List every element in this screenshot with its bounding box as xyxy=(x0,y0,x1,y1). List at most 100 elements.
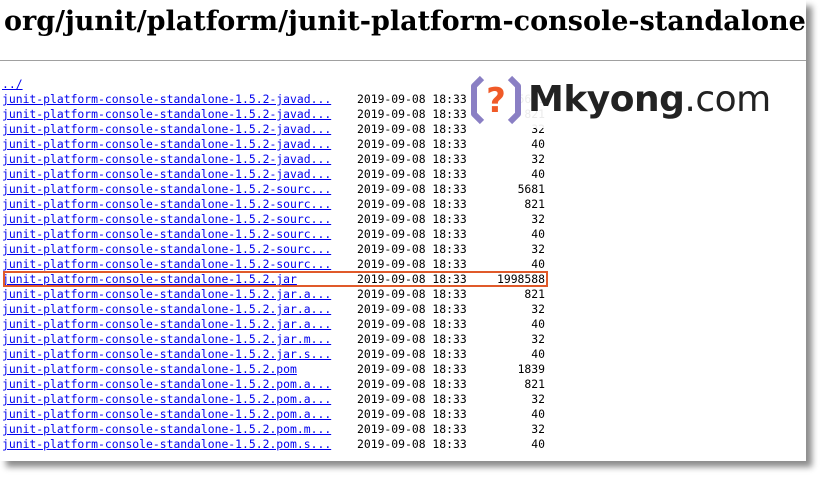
file-size: 40 xyxy=(531,227,545,241)
file-size: 1839 xyxy=(517,362,545,376)
question-mark-glyph: ? xyxy=(486,81,506,121)
file-size: 5681 xyxy=(517,182,545,196)
file-link[interactable]: junit-platform-console-standalone-1.5.2-… xyxy=(2,107,357,122)
file-date: 2019-09-08 18:33 xyxy=(357,197,467,211)
file-date: 2019-09-08 18:33 xyxy=(357,167,467,181)
file-size: 40 xyxy=(531,407,545,421)
file-size: 821 xyxy=(524,287,545,301)
file-size: 821 xyxy=(524,377,545,391)
file-row: junit-platform-console-standalone-1.5.2-… xyxy=(2,107,545,122)
file-link[interactable]: junit-platform-console-standalone-1.5.2.… xyxy=(2,287,357,302)
file-size: 32 xyxy=(531,152,545,166)
file-date: 2019-09-08 18:33 xyxy=(357,257,467,271)
file-link[interactable]: junit-platform-console-standalone-1.5.2.… xyxy=(2,362,357,377)
file-row: junit-platform-console-standalone-1.5.2.… xyxy=(2,422,545,437)
file-date: 2019-09-08 18:33 xyxy=(357,212,467,226)
file-link[interactable]: junit-platform-console-standalone-1.5.2-… xyxy=(2,137,357,152)
file-row: junit-platform-console-standalone-1.5.2.… xyxy=(2,377,545,392)
file-date: 2019-09-08 18:33 xyxy=(357,392,467,406)
logo-brand: Mkyong xyxy=(528,79,685,120)
file-date: 2019-09-08 18:33 xyxy=(357,437,467,451)
file-size: 40 xyxy=(531,137,545,151)
file-date: 2019-09-08 18:33 xyxy=(357,347,467,361)
directory-listing-page: org/junit/platform/junit-platform-consol… xyxy=(0,0,806,461)
logo-wordmark: Mkyong.com xyxy=(528,80,771,120)
file-row: junit-platform-console-standalone-1.5.2-… xyxy=(2,92,545,107)
left-bracket xyxy=(471,75,485,125)
question-bubble-icon: ? xyxy=(471,75,521,125)
file-link[interactable]: junit-platform-console-standalone-1.5.2.… xyxy=(2,347,357,362)
file-link[interactable]: junit-platform-console-standalone-1.5.2-… xyxy=(2,197,357,212)
file-size: 40 xyxy=(531,167,545,181)
file-row: junit-platform-console-standalone-1.5.2.… xyxy=(2,317,545,332)
file-date: 2019-09-08 18:33 xyxy=(357,152,467,166)
file-size: 40 xyxy=(531,437,545,451)
jar-highlight-box xyxy=(3,271,548,287)
file-link[interactable]: junit-platform-console-standalone-1.5.2.… xyxy=(2,437,357,452)
file-row: junit-platform-console-standalone-1.5.2-… xyxy=(2,242,545,257)
file-size: 32 xyxy=(531,212,545,226)
file-listing: ../ junit-platform-console-standalone-1.… xyxy=(2,77,545,452)
file-row: junit-platform-console-standalone-1.5.2-… xyxy=(2,167,545,182)
file-row: junit-platform-console-standalone-1.5.2-… xyxy=(2,182,545,197)
file-link[interactable]: junit-platform-console-standalone-1.5.2-… xyxy=(2,257,357,272)
file-link[interactable]: junit-platform-console-standalone-1.5.2.… xyxy=(2,407,357,422)
file-date: 2019-09-08 18:33 xyxy=(357,362,467,376)
file-date: 2019-09-08 18:33 xyxy=(357,92,467,106)
file-link[interactable]: junit-platform-console-standalone-1.5.2.… xyxy=(2,422,357,437)
parent-directory-link[interactable]: ../ xyxy=(2,77,357,92)
file-row: junit-platform-console-standalone-1.5.2.… xyxy=(2,392,545,407)
file-row: junit-platform-console-standalone-1.5.2-… xyxy=(2,197,545,212)
file-link[interactable]: junit-platform-console-standalone-1.5.2-… xyxy=(2,182,357,197)
file-date: 2019-09-08 18:33 xyxy=(357,317,467,331)
file-size: 40 xyxy=(531,317,545,331)
logo-tld: .com xyxy=(684,79,771,120)
file-size: 40 xyxy=(531,257,545,271)
parent-row: ../ xyxy=(2,77,545,92)
page-title: org/junit/platform/junit-platform-consol… xyxy=(4,6,806,37)
file-date: 2019-09-08 18:33 xyxy=(357,122,467,136)
file-row: junit-platform-console-standalone-1.5.2-… xyxy=(2,122,545,137)
file-link[interactable]: junit-platform-console-standalone-1.5.2-… xyxy=(2,122,357,137)
file-row: junit-platform-console-standalone-1.5.2-… xyxy=(2,257,545,272)
file-row: junit-platform-console-standalone-1.5.2-… xyxy=(2,227,545,242)
file-date: 2019-09-08 18:33 xyxy=(357,182,467,196)
file-size: 32 xyxy=(531,392,545,406)
file-link[interactable]: junit-platform-console-standalone-1.5.2.… xyxy=(2,377,357,392)
file-row: junit-platform-console-standalone-1.5.2.… xyxy=(2,362,545,377)
file-row: junit-platform-console-standalone-1.5.2.… xyxy=(2,287,545,302)
file-link[interactable]: junit-platform-console-standalone-1.5.2-… xyxy=(2,152,357,167)
file-link[interactable]: junit-platform-console-standalone-1.5.2-… xyxy=(2,227,357,242)
file-link[interactable]: junit-platform-console-standalone-1.5.2-… xyxy=(2,167,357,182)
file-row: junit-platform-console-standalone-1.5.2.… xyxy=(2,302,545,317)
file-link[interactable]: junit-platform-console-standalone-1.5.2.… xyxy=(2,317,357,332)
file-link[interactable]: junit-platform-console-standalone-1.5.2.… xyxy=(2,302,357,317)
file-row: junit-platform-console-standalone-1.5.2-… xyxy=(2,152,545,167)
file-date: 2019-09-08 18:33 xyxy=(357,332,467,346)
file-size: 32 xyxy=(531,242,545,256)
file-date: 2019-09-08 18:33 xyxy=(357,377,467,391)
file-link[interactable]: junit-platform-console-standalone-1.5.2.… xyxy=(2,332,357,347)
file-date: 2019-09-08 18:33 xyxy=(357,287,467,301)
file-link[interactable]: junit-platform-console-standalone-1.5.2-… xyxy=(2,212,357,227)
file-link[interactable]: junit-platform-console-standalone-1.5.2-… xyxy=(2,242,357,257)
file-link[interactable]: junit-platform-console-standalone-1.5.2.… xyxy=(2,392,357,407)
file-row: junit-platform-console-standalone-1.5.2-… xyxy=(2,137,545,152)
file-date: 2019-09-08 18:33 xyxy=(357,422,467,436)
file-date: 2019-09-08 18:33 xyxy=(357,407,467,421)
file-date: 2019-09-08 18:33 xyxy=(357,227,467,241)
mkyong-logo: ? Mkyong.com xyxy=(468,72,777,128)
file-size: 32 xyxy=(531,332,545,346)
file-date: 2019-09-08 18:33 xyxy=(357,107,467,121)
file-date: 2019-09-08 18:33 xyxy=(357,302,467,316)
file-size: 821 xyxy=(524,197,545,211)
file-row: junit-platform-console-standalone-1.5.2.… xyxy=(2,332,545,347)
file-row: junit-platform-console-standalone-1.5.2.… xyxy=(2,437,545,452)
header-divider xyxy=(0,60,806,61)
file-row: junit-platform-console-standalone-1.5.2.… xyxy=(2,347,545,362)
file-size: 32 xyxy=(531,422,545,436)
file-date: 2019-09-08 18:33 xyxy=(357,242,467,256)
file-size: 40 xyxy=(531,347,545,361)
file-link[interactable]: junit-platform-console-standalone-1.5.2-… xyxy=(2,92,357,107)
right-bracket xyxy=(507,75,521,125)
